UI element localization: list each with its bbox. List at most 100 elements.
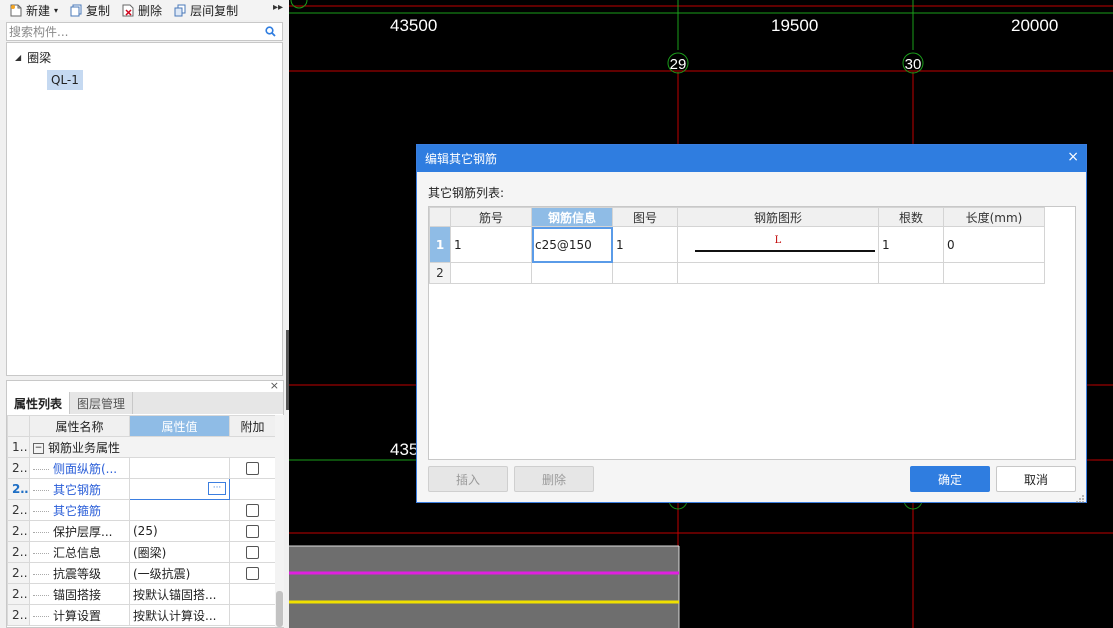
- resize-grip-icon[interactable]: [1076, 492, 1084, 503]
- attribute-value[interactable]: 按默认锚固搭...: [129, 583, 230, 605]
- copy-button[interactable]: 复制: [70, 2, 110, 19]
- shape-length-label: L: [774, 235, 782, 246]
- attach-checkbox[interactable]: [246, 546, 259, 559]
- column-header-bar-no[interactable]: 筋号: [450, 207, 532, 227]
- cancel-button[interactable]: 取消: [996, 466, 1076, 492]
- extra-cell: [229, 604, 276, 626]
- search-input[interactable]: [7, 24, 257, 39]
- attribute-value[interactable]: (圈梁): [129, 541, 230, 563]
- count-cell[interactable]: [878, 262, 944, 284]
- table-row[interactable]: 1 1 c25@150 1 L 1 0: [429, 226, 1045, 263]
- extra-cell: [229, 583, 276, 605]
- attribute-row[interactable]: 22 其它箍筋: [7, 499, 276, 521]
- bar-no-cell[interactable]: [450, 262, 532, 284]
- dimension-text: 19500: [771, 16, 818, 35]
- floor-copy-icon: [174, 4, 186, 17]
- dropdown-arrow-icon[interactable]: ▾: [54, 6, 58, 15]
- attribute-row[interactable]: 26 锚固搭接 按默认锚固搭...: [7, 583, 276, 605]
- close-icon[interactable]: ×: [270, 379, 279, 392]
- extra-header: 附加: [229, 415, 276, 437]
- value-header: 属性值: [129, 415, 230, 437]
- attribute-group-cell[interactable]: − 钢筋业务属性: [29, 436, 276, 458]
- tree-node-ql1[interactable]: QL-1: [47, 70, 83, 90]
- tab-layer-management[interactable]: 图层管理: [70, 392, 134, 414]
- delete-icon: [122, 4, 134, 17]
- attribute-row[interactable]: 20 侧面纵筋(...: [7, 457, 276, 479]
- attribute-name: 钢筋业务属性: [48, 440, 121, 455]
- attribute-row[interactable]: 23 保护层厚... (25): [7, 520, 276, 542]
- copy-icon: [70, 4, 82, 17]
- more-options-button[interactable]: ···: [208, 482, 226, 495]
- floor-copy-button[interactable]: 层间复制: [174, 2, 238, 19]
- rebar-shape-cell[interactable]: [677, 262, 879, 284]
- dialog-title: 编辑其它钢筋: [425, 152, 498, 166]
- attribute-value[interactable]: 按默认计算设...: [129, 604, 230, 626]
- column-header-rebar-info[interactable]: 钢筋信息: [531, 207, 613, 227]
- delete-row-button[interactable]: 删除: [514, 466, 594, 492]
- search-icon[interactable]: [265, 26, 276, 37]
- extra-cell: [229, 562, 276, 584]
- scrollbar-thumb[interactable]: [276, 591, 283, 627]
- attribute-value[interactable]: [129, 457, 230, 479]
- close-icon[interactable]: ×: [1067, 149, 1079, 165]
- dimension-text: 20000: [1011, 16, 1058, 35]
- rownum-header: [429, 207, 451, 227]
- figure-no-cell[interactable]: 1: [612, 226, 678, 263]
- tree-node-ring-beam[interactable]: ◢ 圈梁: [15, 49, 51, 66]
- attach-checkbox[interactable]: [246, 504, 259, 517]
- column-header-figure-no[interactable]: 图号: [612, 207, 678, 227]
- bar-no-cell[interactable]: 1: [450, 226, 532, 263]
- delete-label: 删除: [138, 3, 163, 18]
- rebar-info-cell[interactable]: c25@150: [531, 226, 613, 263]
- dialog-titlebar[interactable]: 编辑其它钢筋: [417, 145, 1086, 172]
- attribute-value[interactable]: (25): [129, 520, 230, 542]
- column-header-count[interactable]: 根数: [878, 207, 944, 227]
- axis-label: 29: [670, 56, 687, 73]
- row-number: 20: [7, 457, 30, 479]
- attribute-row[interactable]: 21 其它钢筋 ···: [7, 478, 276, 500]
- attribute-name: 侧面纵筋(...: [53, 461, 118, 476]
- component-search: [6, 22, 283, 41]
- new-button[interactable]: 新建 ▾: [10, 2, 58, 19]
- attach-checkbox[interactable]: [246, 567, 259, 580]
- extra-cell: [229, 520, 276, 542]
- tab-attribute-list[interactable]: 属性列表: [7, 392, 71, 414]
- row-number: 26: [7, 583, 30, 605]
- attach-checkbox[interactable]: [246, 525, 259, 538]
- component-tree: ◢ 圈梁 QL-1: [6, 42, 283, 376]
- length-cell[interactable]: [943, 262, 1045, 284]
- length-cell[interactable]: 0: [943, 226, 1045, 263]
- attribute-name: 计算设置: [53, 608, 102, 623]
- toolbar-overflow-icon[interactable]: ▸▸: [273, 2, 283, 13]
- component-toolbar: 新建 ▾ 复制 删除 层间复制 ▸▸: [0, 0, 289, 20]
- rownum-header: [7, 415, 30, 437]
- count-cell[interactable]: 1: [878, 226, 944, 263]
- rebar-shape-cell[interactable]: L: [677, 226, 879, 263]
- row-number[interactable]: 2: [429, 262, 451, 284]
- collapse-triangle-icon[interactable]: ◢: [15, 53, 21, 62]
- new-file-icon: [10, 4, 22, 17]
- ok-button[interactable]: 确定: [910, 466, 990, 492]
- attribute-row[interactable]: 27 计算设置 按默认计算设...: [7, 604, 276, 626]
- row-number[interactable]: 1: [429, 226, 451, 263]
- attribute-row[interactable]: 24 汇总信息 (圈梁): [7, 541, 276, 563]
- figure-no-cell[interactable]: [612, 262, 678, 284]
- attribute-value[interactable]: [129, 499, 230, 521]
- attribute-value[interactable]: (一级抗震): [129, 562, 230, 584]
- attribute-name-cell: 抗震等级: [29, 562, 130, 584]
- column-header-length[interactable]: 长度(mm): [943, 207, 1045, 227]
- attribute-value-editor[interactable]: ···: [129, 478, 230, 500]
- collapse-minus-icon[interactable]: −: [33, 442, 44, 454]
- insert-button[interactable]: 插入: [428, 466, 508, 492]
- left-panel: 新建 ▾ 复制 删除 层间复制 ▸▸ ◢: [0, 0, 289, 628]
- rebar-table: 筋号 钢筋信息 图号 钢筋图形 根数 长度(mm) 1 1 c25@150 1 …: [429, 207, 1045, 284]
- attribute-scrollbar[interactable]: [275, 415, 284, 627]
- delete-button[interactable]: 删除: [122, 2, 162, 19]
- attribute-row[interactable]: 25 抗震等级 (一级抗震): [7, 562, 276, 584]
- table-row[interactable]: 2: [429, 262, 1045, 284]
- attribute-row[interactable]: 19 − 钢筋业务属性: [7, 436, 276, 458]
- column-header-rebar-shape[interactable]: 钢筋图形: [677, 207, 879, 227]
- rebar-info-cell[interactable]: [531, 262, 613, 284]
- attach-checkbox[interactable]: [246, 462, 259, 475]
- attribute-name: 其它箍筋: [53, 503, 102, 518]
